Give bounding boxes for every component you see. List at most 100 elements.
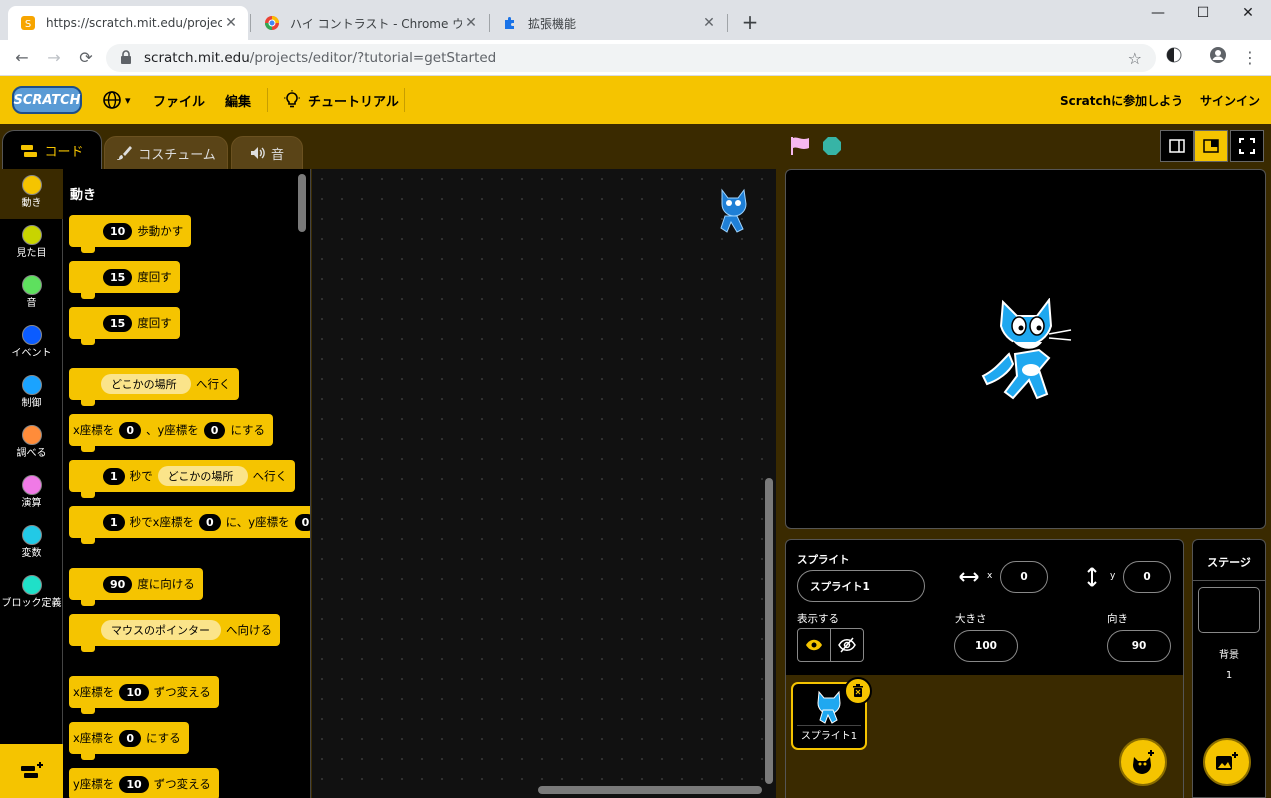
block-number-input[interactable]: 1 [103,467,125,485]
block-set-x[interactable]: x座標を 0 にする [69,722,189,760]
sign-in-link[interactable]: サインイン [1200,76,1260,124]
block-number-input[interactable]: 10 [119,775,149,793]
block-turn-right[interactable]: 15 度回す [69,261,180,299]
block-text: 度に向ける [137,577,195,591]
x-position-input[interactable]: 0 [1000,561,1048,593]
fullscreen-button[interactable] [1230,130,1264,162]
forward-button[interactable]: → [42,46,66,70]
block-dropdown-input[interactable]: どこかの場所 [101,374,191,394]
block-number-input[interactable]: 0 [203,421,226,439]
browser-menu-icon[interactable]: ⋮ [1238,46,1262,70]
block-number-input[interactable]: 1 [103,513,125,531]
cat-sprite-icon[interactable] [975,298,1075,402]
block-dropdown-input[interactable]: マウスのポインター [101,620,221,640]
close-window-button[interactable]: ✕ [1226,0,1270,30]
close-tab-icon[interactable]: ✕ [222,15,240,31]
block-number-input[interactable]: 0 [294,513,310,531]
browser-tab-title: 拡張機能 [528,16,577,31]
delete-sprite-button[interactable] [844,677,872,705]
direction-input[interactable]: 90 [1107,630,1171,662]
add-extension-button[interactable] [0,744,63,798]
block-number-input[interactable]: 90 [103,575,133,593]
y-position-input[interactable]: 0 [1123,561,1171,593]
block-number-input[interactable]: 0 [119,729,141,747]
add-sprite-button[interactable] [1119,738,1167,786]
category-events[interactable]: イベント [0,319,63,369]
stage-divider [1193,580,1265,581]
palette-heading: 動き [70,188,97,203]
small-stage-button[interactable] [1160,130,1194,162]
tab-sound-label: 音 [270,147,284,163]
file-menu[interactable]: ファイル [153,76,205,124]
script-horizontal-scrollbar[interactable] [538,786,762,794]
sprite-name-input[interactable]: スプライト1 [797,570,925,602]
category-control[interactable]: 制御 [0,369,63,419]
block-change-x[interactable]: x座標を 10 ずつ変える [69,676,219,714]
stage-thumbnail[interactable] [1198,587,1260,633]
bookmark-star-icon[interactable]: ☆ [1128,49,1142,68]
block-go-to-xy[interactable]: x座標を 0 、y座標を 0 にする [69,414,274,452]
block-number-input[interactable]: 10 [119,683,149,701]
block-glide-to-xy[interactable]: 1 秒でx座標を 0 に、y座標を 0 [69,506,310,544]
category-variables[interactable]: 変数 [0,519,63,569]
tab-divider [250,14,251,32]
high-contrast-extension-icon[interactable] [1162,46,1186,70]
script-area[interactable] [312,169,776,798]
block-turn-left[interactable]: 15 度回す [69,307,180,345]
block-number-input[interactable]: 0 [119,421,141,439]
normal-stage-button[interactable] [1194,130,1228,162]
profile-avatar-icon[interactable] [1206,46,1230,70]
category-looks[interactable]: 見た目 [0,219,63,269]
tab-sound[interactable]: 音 [231,136,303,170]
language-menu[interactable]: ▾ [102,76,131,124]
palette-scrollbar[interactable] [298,174,306,232]
block-change-y[interactable]: y座標を 10 ずつ変える [69,768,219,798]
speaker-icon [250,147,265,159]
category-sensing[interactable]: 調べる [0,419,63,469]
block-point-in-direction[interactable]: 90 度に向ける [69,568,203,606]
reload-button[interactable]: ⟳ [74,46,98,70]
block-number-input[interactable]: 15 [103,314,133,332]
block-notch [81,538,95,544]
block-number-input[interactable]: 15 [103,268,133,286]
script-vertical-scrollbar[interactable] [765,478,773,784]
maximize-button[interactable]: ☐ [1181,0,1225,30]
block-dropdown-input[interactable]: どこかの場所 [157,466,248,486]
block-point-towards[interactable]: マウスのポインター へ向ける [69,614,280,652]
svg-text:S: S [25,19,31,30]
category-operators[interactable]: 演算 [0,469,63,519]
tab-costume[interactable]: コスチューム [104,136,228,170]
new-tab-button[interactable]: + [738,10,762,34]
join-scratch-link[interactable]: Scratchに参加しよう [1060,76,1183,124]
block-move-steps[interactable]: 10 歩動かす [69,215,192,253]
block-glide-to[interactable]: 1 秒で どこかの場所 へ行く [69,460,296,498]
tutorial-menu[interactable]: チュートリアル [282,76,399,124]
category-my-blocks[interactable]: ブロック定義 [0,569,63,625]
edit-menu[interactable]: 編集 [225,76,251,124]
green-flag-icon[interactable] [790,136,812,156]
size-input[interactable]: 100 [954,630,1018,662]
browser-tab-extensions[interactable]: 拡張機能 ✕ [490,6,726,40]
hide-sprite-button[interactable] [830,628,864,662]
category-label: 見た目 [16,248,47,259]
show-sprite-button[interactable] [797,628,831,662]
close-tab-icon[interactable]: ✕ [700,15,718,31]
add-backdrop-button[interactable] [1203,738,1251,786]
tab-code[interactable]: コード [2,130,102,170]
scratch-logo[interactable]: SCRATCH [12,86,82,114]
block-number-input[interactable]: 10 [103,222,133,240]
eye-icon [806,639,822,651]
category-motion[interactable]: 動き [0,169,63,219]
category-sound[interactable]: 音 [0,269,63,319]
category-label: 音 [26,298,37,309]
browser-tab-scratch[interactable]: S https://scratch.mit.edu/projects/e ✕ [8,6,248,40]
stop-icon[interactable] [822,136,842,156]
back-button[interactable]: ← [10,46,34,70]
close-tab-icon[interactable]: ✕ [462,15,480,31]
block-number-input[interactable]: 0 [198,513,221,531]
minimize-button[interactable]: — [1136,0,1180,30]
address-bar[interactable]: scratch.mit.edu /projects/editor/?tutori… [106,44,1156,72]
browser-tab-high-contrast[interactable]: ハイ コントラスト - Chrome ウェブスト ✕ [252,6,488,40]
backdrop-label: 背景 [1219,650,1239,661]
block-go-to[interactable]: どこかの場所 へ行く [69,368,239,406]
